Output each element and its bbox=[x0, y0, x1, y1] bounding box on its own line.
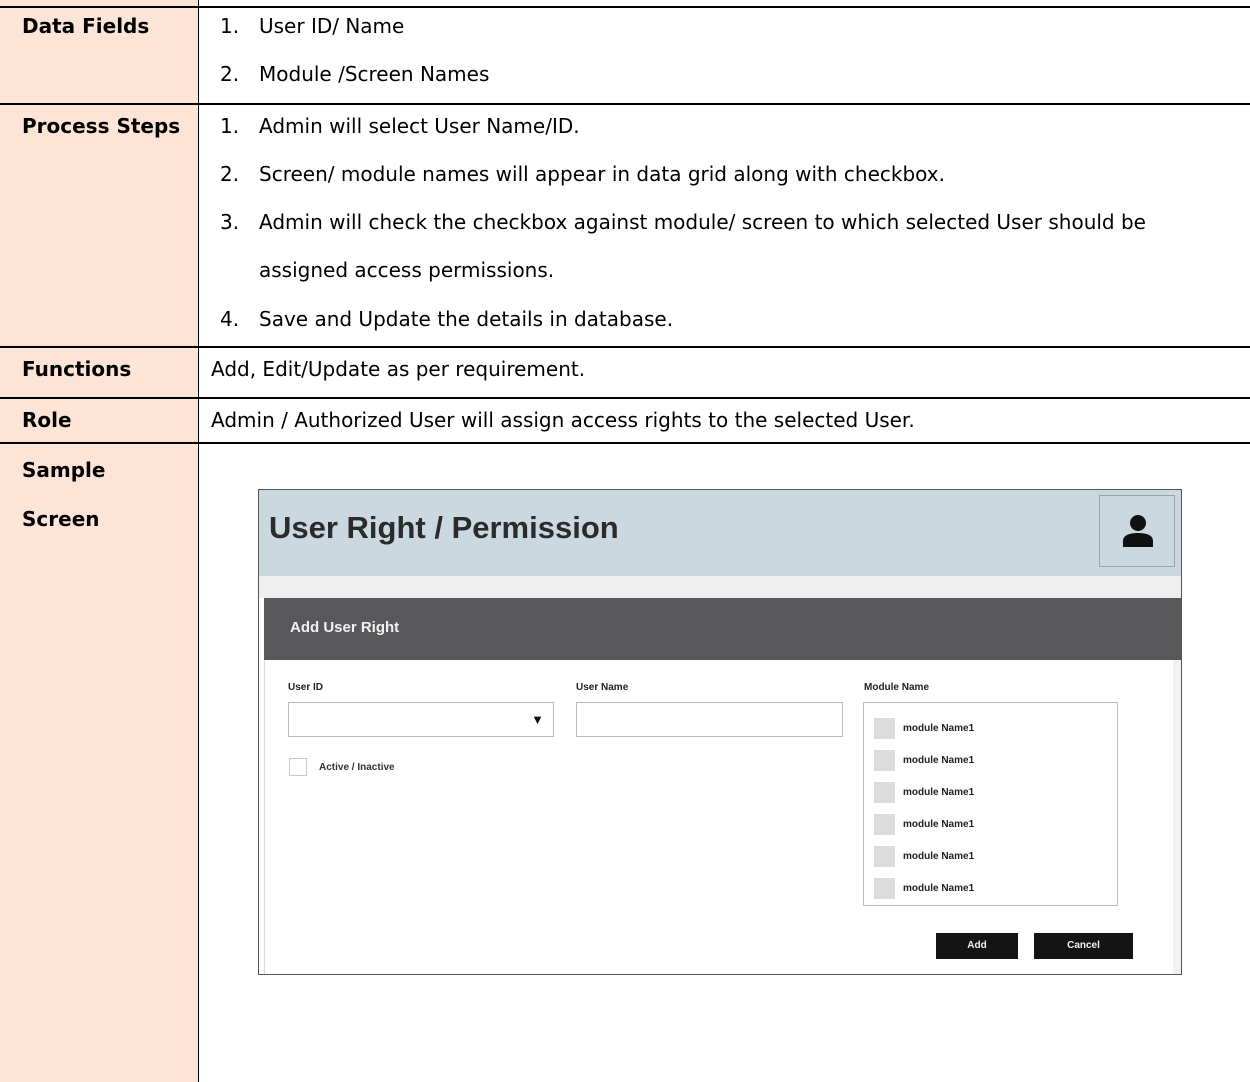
user-id-select[interactable]: ▼ bbox=[288, 702, 554, 737]
row-label-sample: Sample bbox=[22, 458, 106, 482]
list-item: Screen/ module names will appear in data… bbox=[259, 162, 945, 186]
module-label: module Name1 bbox=[903, 883, 975, 894]
panel-title: Add User Right bbox=[290, 619, 400, 636]
panel-header: Add User Right bbox=[264, 598, 1181, 660]
sample-screen-mockup: User Right / Permission Add User Right U… bbox=[258, 489, 1182, 975]
role-text: Admin / Authorized User will assign acce… bbox=[211, 408, 915, 432]
module-label: module Name1 bbox=[903, 755, 975, 766]
row-divider bbox=[0, 442, 1250, 444]
row-label-process-steps: Process Steps bbox=[22, 114, 181, 138]
module-name-label: Module Name bbox=[864, 682, 930, 693]
list-number: 2. bbox=[220, 62, 240, 86]
module-checkbox[interactable] bbox=[874, 750, 895, 771]
mockup-title: User Right / Permission bbox=[269, 510, 619, 545]
row-divider bbox=[0, 346, 1250, 348]
table-border-top bbox=[0, 6, 1250, 8]
row-label-role: Role bbox=[22, 408, 72, 432]
module-label: module Name1 bbox=[903, 819, 975, 830]
list-number: 4. bbox=[220, 307, 240, 331]
list-number: 2. bbox=[220, 162, 240, 186]
cancel-button[interactable]: Cancel bbox=[1034, 933, 1133, 959]
add-button[interactable]: Add bbox=[936, 933, 1018, 959]
module-label: module Name1 bbox=[903, 851, 975, 862]
row-divider bbox=[0, 103, 1250, 105]
list-item-continuation: assigned access permissions. bbox=[259, 258, 555, 282]
chevron-down-icon: ▼ bbox=[531, 712, 544, 727]
list-number: 3. bbox=[220, 210, 240, 234]
module-checkbox[interactable] bbox=[874, 782, 895, 803]
row-label-data-fields: Data Fields bbox=[22, 14, 150, 38]
panel-body: User ID ▼ User Name Active / Inactive Mo… bbox=[264, 660, 1181, 974]
module-checkbox[interactable] bbox=[874, 846, 895, 867]
active-label: Active / Inactive bbox=[319, 762, 395, 773]
module-checkbox[interactable] bbox=[874, 814, 895, 835]
avatar-button[interactable] bbox=[1099, 495, 1175, 567]
list-item: Admin will check the checkbox against mo… bbox=[259, 210, 1146, 234]
document-table: Data Fields 1. User ID/ Name 2. Module /… bbox=[0, 0, 1250, 1082]
mockup-header: User Right / Permission bbox=[259, 490, 1181, 576]
active-checkbox[interactable] bbox=[289, 758, 307, 776]
list-item: User ID/ Name bbox=[259, 14, 405, 38]
list-number: 1. bbox=[220, 114, 240, 138]
functions-text: Add, Edit/Update as per requirement. bbox=[211, 357, 586, 381]
label-column bbox=[0, 0, 199, 1082]
module-checkbox[interactable] bbox=[874, 878, 895, 899]
list-item: Admin will select User Name/ID. bbox=[259, 114, 580, 138]
list-number: 1. bbox=[220, 14, 240, 38]
user-icon bbox=[1123, 515, 1153, 547]
module-list: module Name1 module Name1 module Name1 m… bbox=[863, 702, 1118, 906]
module-checkbox[interactable] bbox=[874, 718, 895, 739]
module-label: module Name1 bbox=[903, 723, 975, 734]
module-label: module Name1 bbox=[903, 787, 975, 798]
row-divider bbox=[0, 397, 1250, 399]
scrollbar[interactable] bbox=[1173, 660, 1181, 974]
list-item: Module /Screen Names bbox=[259, 62, 490, 86]
row-label-screen: Screen bbox=[22, 507, 100, 531]
header-gap bbox=[259, 576, 1181, 598]
list-item: Save and Update the details in database. bbox=[259, 307, 674, 331]
user-id-label: User ID bbox=[288, 682, 324, 693]
row-label-functions: Functions bbox=[22, 357, 132, 381]
user-name-input[interactable] bbox=[576, 702, 843, 737]
user-name-label: User Name bbox=[576, 682, 629, 693]
